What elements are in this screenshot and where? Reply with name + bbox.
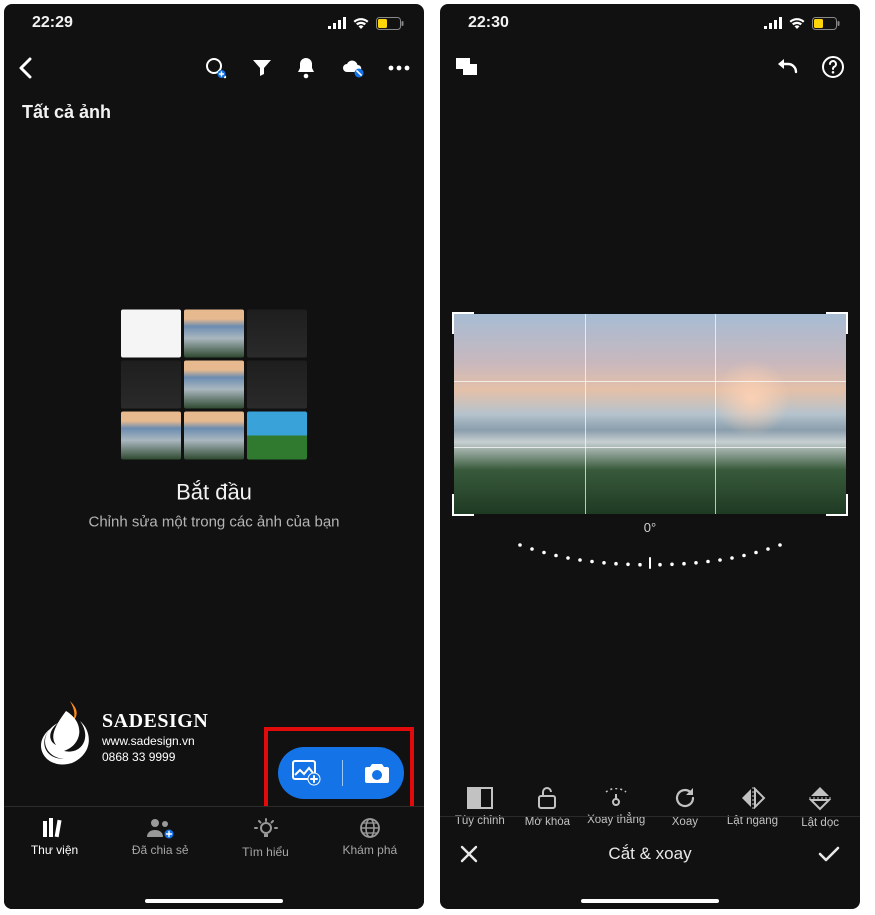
lightbulb-icon [254,817,278,841]
phone-crop: 22:30 0° [440,4,860,909]
library-icon [42,817,68,839]
signal-icon [764,17,782,29]
fab-divider [342,760,343,786]
compare-button[interactable] [456,58,478,76]
cancel-button[interactable] [460,845,478,863]
rotate-icon [673,786,697,810]
angle-value: 0° [500,520,800,535]
tab-shared[interactable]: Đã chia sẻ [132,817,189,857]
globe-icon [359,817,381,839]
angle-dial[interactable]: 0° [500,520,800,553]
confirm-button[interactable] [818,846,840,862]
signal-icon [328,17,346,29]
bottom-tabs: Thư viện Đã chia sẻ Tìm hiểu Khám phá [4,806,424,909]
undo-button[interactable] [776,58,800,76]
add-photo-fab[interactable] [278,747,404,799]
people-icon [146,817,174,839]
tab-library[interactable]: Thư viện [31,817,78,857]
status-icons [328,17,404,30]
funnel-icon [252,58,272,78]
wifi-icon [788,17,806,29]
back-button[interactable] [18,57,34,79]
notification-button[interactable] [296,57,316,79]
crop-toolbar [440,36,860,84]
chevron-left-icon [18,57,34,79]
filter-button[interactable] [252,58,272,78]
watermark-brand: SADESIGN [102,708,208,734]
thumbnail [121,310,181,358]
thumbnail [121,361,181,409]
page-title: Tất cả ảnh [4,86,424,131]
top-toolbar [4,36,424,86]
cloud-button[interactable] [340,58,364,78]
thumbnail [184,310,244,358]
tab-label: Đã chia sẻ [132,843,189,857]
crop-image [454,314,846,514]
thumbnail [247,310,307,358]
help-icon [822,56,844,78]
sadesign-logo-icon [36,701,92,773]
flip-vertical-icon [809,785,831,811]
battery-icon [812,17,840,30]
battery-icon [376,17,404,30]
crop-handle-br[interactable] [826,494,848,516]
cloud-off-icon [340,58,364,78]
panel-title: Cắt & xoay [608,844,691,864]
help-button[interactable] [822,56,844,78]
wifi-icon [352,17,370,29]
status-bar: 22:29 [4,4,424,36]
compare-icon [456,58,478,76]
search-icon [204,56,228,80]
close-icon [460,845,478,863]
tab-label: Tìm hiểu [242,845,289,859]
getting-started-title: Bắt đầu [4,480,424,506]
thumbnail [184,412,244,460]
crop-canvas[interactable] [454,314,846,514]
thumbnail-grid [121,310,307,460]
status-icons [764,17,840,30]
thumbnail [247,361,307,409]
add-image-icon [292,760,322,786]
search-button[interactable] [204,56,228,80]
status-time: 22:29 [32,14,73,32]
thumbnail [184,361,244,409]
status-bar: 22:30 [440,4,860,36]
home-indicator [581,899,719,903]
aspect-icon [467,787,493,809]
check-icon [818,846,840,862]
flip-horizontal-icon [740,787,766,809]
straighten-icon [602,788,630,808]
bell-icon [296,57,316,79]
more-icon [388,65,410,71]
crop-confirm-bar: Cắt & xoay [440,816,860,909]
watermark-url: www.sadesign.vn [102,734,208,750]
getting-started-block: Bắt đầu Chỉnh sửa một trong các ảnh của … [4,310,424,531]
getting-started-subtitle: Chỉnh sửa một trong các ảnh của bạn [4,514,424,531]
undo-icon [776,58,800,76]
camera-icon [363,762,391,784]
crop-grid-overlay [454,314,846,514]
crop-handle-bl[interactable] [452,494,474,516]
tab-learn[interactable]: Tìm hiểu [242,817,289,859]
thumbnail [121,412,181,460]
angle-dial-icon [500,535,800,575]
crop-handle-tr[interactable] [826,312,848,334]
phone-library: 22:29 Tất cả ả [4,4,424,909]
tab-label: Thư viện [31,843,78,857]
tab-discover[interactable]: Khám phá [342,817,397,857]
watermark: SADESIGN www.sadesign.vn 0868 33 9999 [36,701,208,773]
tab-label: Khám phá [342,843,397,857]
home-indicator [145,899,283,903]
status-time: 22:30 [468,14,509,32]
more-button[interactable] [388,65,410,71]
crop-handle-tl[interactable] [452,312,474,334]
unlock-icon [537,786,557,810]
thumbnail [247,412,307,460]
watermark-phone: 0868 33 9999 [102,750,208,766]
